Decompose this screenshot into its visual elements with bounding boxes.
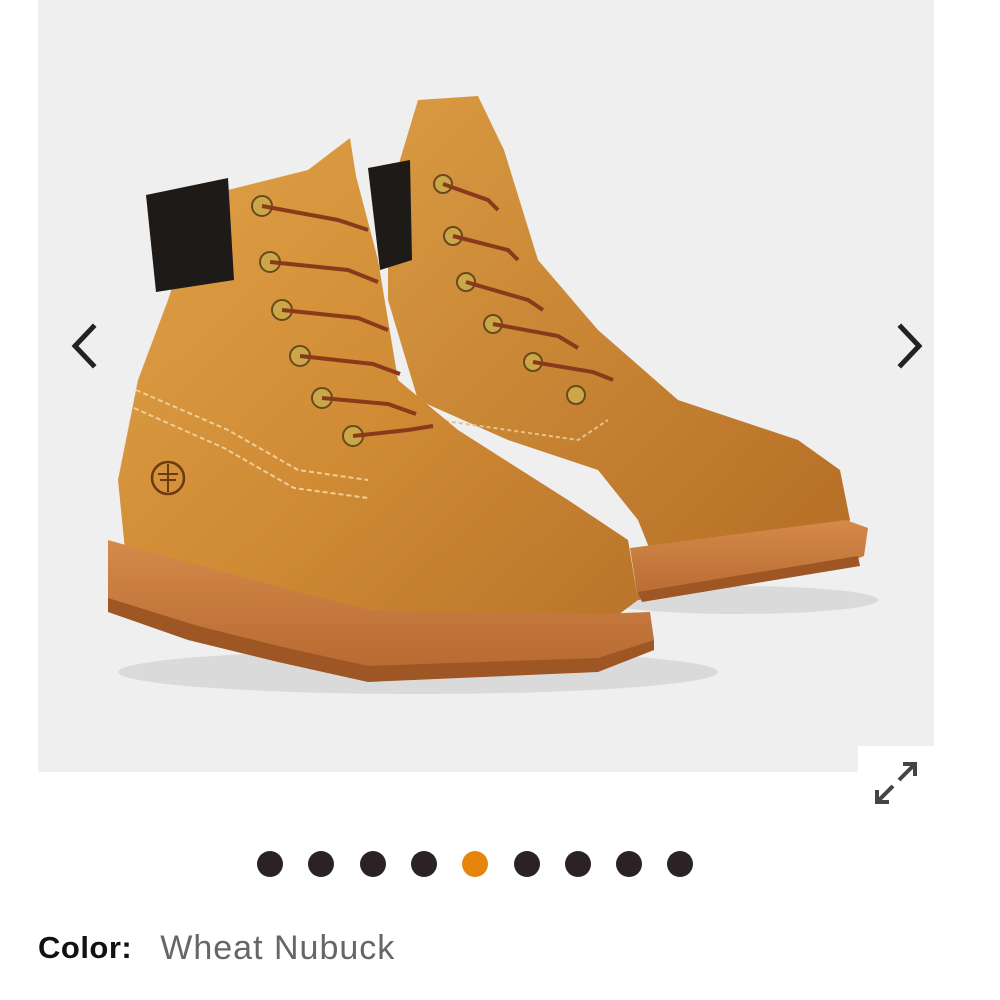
color-value: Wheat Nubuck [160,928,396,967]
slide-dot-8[interactable] [616,851,642,877]
product-image [108,96,878,694]
slide-dot-4[interactable] [411,851,437,877]
slide-dot-3[interactable] [360,851,386,877]
slide-dot-6[interactable] [514,851,540,877]
slide-dot-1[interactable] [257,851,283,877]
slide-dot-2[interactable] [308,851,334,877]
chevron-left-icon [71,323,97,369]
slide-indicator [0,851,1000,877]
product-image-gallery [38,0,934,772]
color-label: Color: [38,930,133,965]
color-selection: Color: Wheat Nubuck [38,926,395,970]
slide-dot-9[interactable] [667,851,693,877]
expand-arrows-icon [875,762,917,804]
next-image-button[interactable] [890,316,930,376]
slide-dot-7[interactable] [565,851,591,877]
expand-image-button[interactable] [858,746,934,820]
slide-dot-5[interactable] [462,851,488,877]
previous-image-button[interactable] [64,316,104,376]
chevron-right-icon [897,323,923,369]
